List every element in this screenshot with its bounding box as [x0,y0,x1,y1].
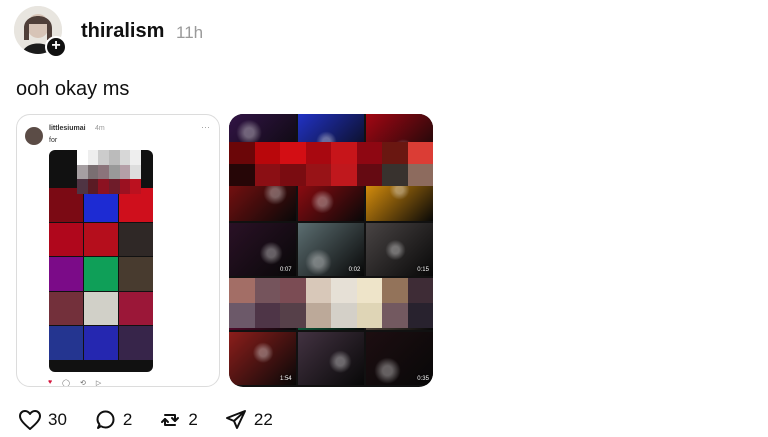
embedded-caption: for [49,137,58,144]
embedded-post-screenshot[interactable]: littlesiumai 4m ··· for ♥ ◯ ⟲ ▷ [16,114,220,387]
video-thumbnail: 0:15 [366,223,433,276]
post-caption: ooh okay ms [16,78,130,100]
send-icon [224,408,248,432]
video-duration: 0:07 [279,266,292,273]
share-button[interactable]: 22 [224,408,273,432]
embedded-action-row: ♥ ◯ ⟲ ▷ [48,379,102,387]
like-count: 30 [48,410,67,429]
username[interactable]: thiralism [81,20,164,43]
like-button[interactable]: 30 [18,408,67,432]
heart-icon [18,408,42,432]
reply-count: 2 [122,410,133,429]
video-thumbnail: 1:54 [229,332,296,385]
video-thumbnail: 0:35 [366,332,433,385]
follow-plus-icon[interactable]: + [45,36,67,58]
engagement-bar: 30 2 2 22 [18,408,299,432]
video-duration: 1:54 [279,375,292,382]
repost-count: 2 [188,410,198,429]
embedded-timestamp: 4m [95,125,105,132]
video-duration: 0:02 [348,266,361,273]
video-collage-image[interactable]: 0:100:050:360:070:020:150:020:170:301:54… [229,114,433,387]
embedded-video-grid [49,188,153,360]
embedded-username: littlesiumai [49,125,86,132]
video-duration: 0:35 [417,375,429,382]
more-icon: ··· [201,122,210,132]
avatar[interactable]: + [14,6,67,58]
repost-button[interactable]: 2 [158,408,198,432]
comment-icon [93,408,117,432]
repost-icon [158,408,182,432]
share-count: 22 [253,410,273,429]
reply-button[interactable]: 2 [93,408,132,432]
video-thumbnail: 0:07 [229,223,296,276]
video-duration: 0:15 [417,266,429,273]
timestamp: 11h [176,23,204,42]
video-thumbnail [297,332,365,385]
video-thumbnail: 0:02 [297,223,365,276]
embedded-video-collage [49,150,153,372]
embedded-avatar [25,127,43,145]
